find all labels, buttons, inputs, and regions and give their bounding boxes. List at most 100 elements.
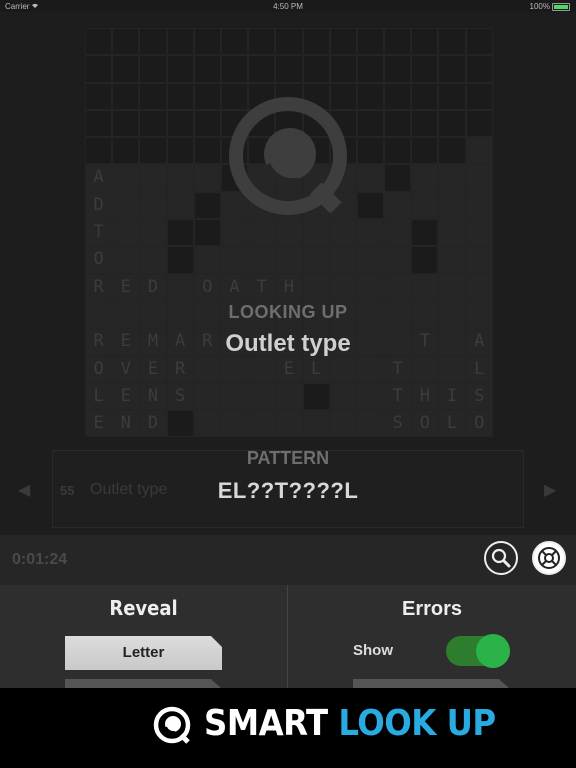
grid-cell[interactable]: [139, 191, 167, 220]
grid-cell[interactable]: O: [411, 410, 439, 438]
grid-cell[interactable]: [356, 55, 385, 83]
grid-cell[interactable]: L: [85, 382, 113, 411]
grid-cell[interactable]: R: [166, 355, 194, 383]
grid-cell[interactable]: [384, 55, 412, 83]
grid-cell[interactable]: A: [85, 164, 113, 192]
grid-cell[interactable]: [248, 355, 276, 383]
grid-cell[interactable]: [438, 109, 466, 138]
grid-cell[interactable]: [193, 109, 221, 138]
grid-cell[interactable]: [411, 82, 439, 110]
grid-cell[interactable]: S: [166, 382, 194, 411]
grid-cell[interactable]: [384, 273, 412, 301]
grid-cell[interactable]: [302, 410, 330, 438]
grid-cell[interactable]: [275, 410, 303, 438]
grid-cell[interactable]: I: [438, 382, 466, 411]
grid-cell[interactable]: [384, 246, 412, 274]
grid-cell[interactable]: [112, 109, 140, 138]
grid-cell[interactable]: [112, 219, 140, 247]
grid-cell[interactable]: [193, 410, 221, 438]
grid-cell[interactable]: [384, 191, 412, 220]
grid-cell[interactable]: [302, 382, 330, 411]
grid-cell[interactable]: [166, 164, 194, 192]
grid-cell[interactable]: L: [302, 355, 330, 383]
grid-cell[interactable]: D: [139, 410, 167, 438]
grid-cell[interactable]: [411, 355, 439, 383]
grid-cell[interactable]: [220, 246, 249, 274]
grid-cell[interactable]: [139, 164, 167, 192]
grid-cell[interactable]: [220, 382, 249, 411]
grid-cell[interactable]: [166, 28, 194, 56]
grid-cell[interactable]: [356, 164, 385, 192]
grid-cell[interactable]: [356, 82, 385, 110]
grid-cell[interactable]: [438, 219, 466, 247]
grid-cell[interactable]: [465, 191, 493, 220]
grid-cell[interactable]: [465, 219, 493, 247]
grid-cell[interactable]: [193, 137, 221, 165]
grid-cell[interactable]: [112, 164, 140, 192]
grid-cell[interactable]: O: [85, 355, 113, 383]
reveal-letter-button[interactable]: Letter: [65, 636, 222, 670]
grid-cell[interactable]: E: [85, 410, 113, 438]
grid-cell[interactable]: [356, 355, 385, 383]
grid-cell[interactable]: A: [220, 273, 249, 301]
grid-cell[interactable]: [248, 246, 276, 274]
grid-cell[interactable]: D: [85, 191, 113, 220]
grid-cell[interactable]: [438, 137, 466, 165]
grid-cell[interactable]: [193, 382, 221, 411]
grid-cell[interactable]: [465, 82, 493, 110]
grid-cell[interactable]: [220, 55, 249, 83]
grid-cell[interactable]: [220, 219, 249, 247]
grid-cell[interactable]: [193, 28, 221, 56]
grid-cell[interactable]: S: [384, 410, 412, 438]
grid-cell[interactable]: N: [139, 382, 167, 411]
grid-cell[interactable]: [166, 82, 194, 110]
grid-cell[interactable]: [411, 219, 439, 247]
grid-cell[interactable]: [384, 164, 412, 192]
grid-cell[interactable]: [356, 382, 385, 411]
grid-cell[interactable]: [438, 355, 466, 383]
grid-cell[interactable]: [329, 28, 357, 56]
grid-cell[interactable]: [329, 355, 357, 383]
grid-cell[interactable]: [356, 410, 385, 438]
grid-cell[interactable]: [112, 246, 140, 274]
grid-cell[interactable]: [85, 28, 113, 56]
grid-cell[interactable]: [166, 219, 194, 247]
grid-cell[interactable]: [356, 191, 385, 220]
grid-cell[interactable]: [220, 410, 249, 438]
grid-cell[interactable]: O: [85, 246, 113, 274]
grid-cell[interactable]: [166, 410, 194, 438]
grid-cell[interactable]: [384, 219, 412, 247]
grid-cell[interactable]: [166, 109, 194, 138]
grid-cell[interactable]: [302, 28, 330, 56]
grid-cell[interactable]: [302, 55, 330, 83]
grid-cell[interactable]: [411, 273, 439, 301]
grid-cell[interactable]: [384, 137, 412, 165]
grid-cell[interactable]: [193, 82, 221, 110]
grid-cell[interactable]: [275, 28, 303, 56]
grid-cell[interactable]: [465, 164, 493, 192]
grid-cell[interactable]: [193, 246, 221, 274]
grid-cell[interactable]: E: [112, 273, 140, 301]
grid-cell[interactable]: [166, 246, 194, 274]
grid-cell[interactable]: [139, 246, 167, 274]
grid-cell[interactable]: [302, 219, 330, 247]
crossword-grid[interactable]: ADTOREDOATHREMARTAOVERELTLLENSTHISENDSOL…: [85, 28, 493, 438]
grid-cell[interactable]: L: [438, 410, 466, 438]
grid-cell[interactable]: D: [139, 273, 167, 301]
grid-cell[interactable]: [384, 28, 412, 56]
grid-cell[interactable]: [465, 109, 493, 138]
grid-cell[interactable]: H: [275, 273, 303, 301]
grid-cell[interactable]: [139, 219, 167, 247]
grid-cell[interactable]: [465, 273, 493, 301]
grid-cell[interactable]: [85, 55, 113, 83]
grid-cell[interactable]: [139, 137, 167, 165]
grid-cell[interactable]: [384, 82, 412, 110]
grid-cell[interactable]: [438, 82, 466, 110]
grid-cell[interactable]: T: [248, 273, 276, 301]
grid-cell[interactable]: [112, 82, 140, 110]
grid-cell[interactable]: [139, 28, 167, 56]
grid-cell[interactable]: [329, 410, 357, 438]
grid-cell[interactable]: O: [193, 273, 221, 301]
grid-cell[interactable]: [384, 109, 412, 138]
grid-cell[interactable]: [356, 219, 385, 247]
